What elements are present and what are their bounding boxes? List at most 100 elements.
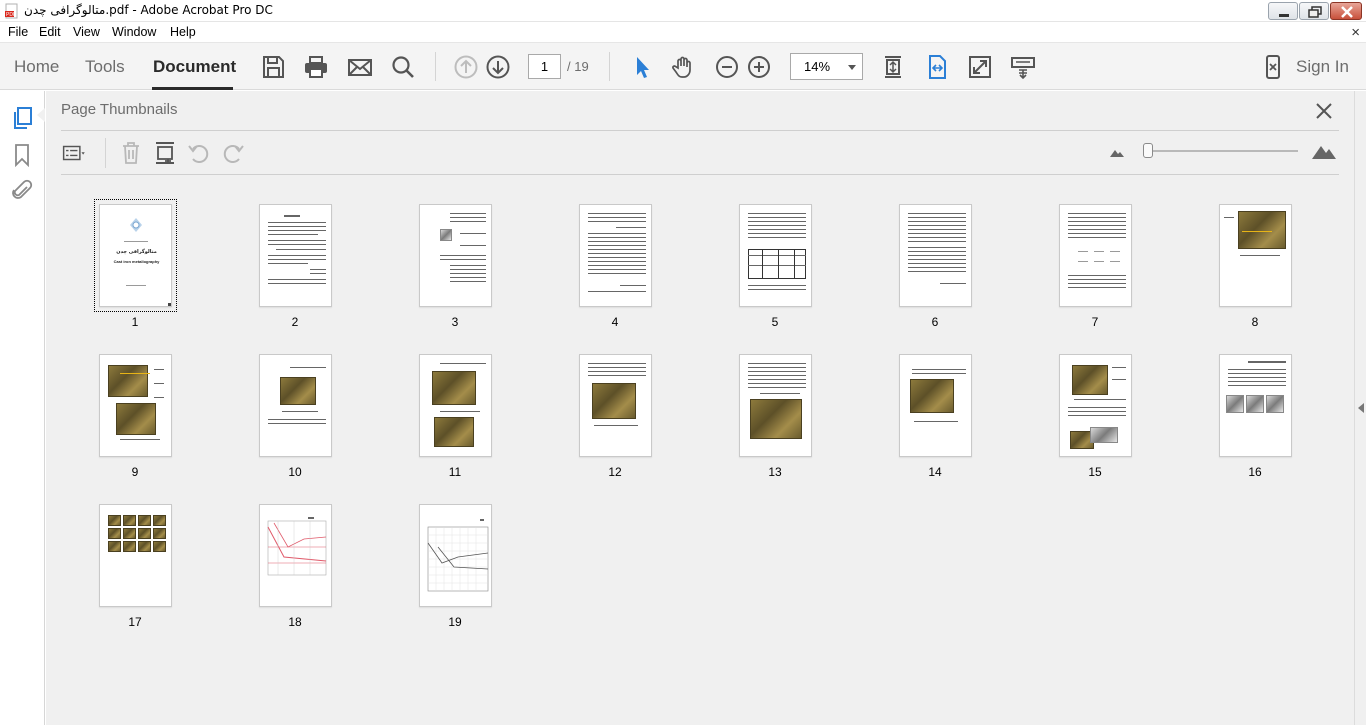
tab-home[interactable]: Home [14, 57, 59, 77]
close-document-button[interactable]: × [1351, 24, 1360, 41]
page-thumbnail[interactable] [1219, 204, 1292, 307]
bookmark-icon[interactable] [13, 143, 31, 167]
page-thumbnail[interactable] [1059, 204, 1132, 307]
zoom-in-icon[interactable] [746, 54, 772, 80]
cover-subtitle: Cast iron metallography [113, 259, 160, 264]
minimize-icon [1279, 14, 1289, 17]
page-thumbnails-icon[interactable] [12, 106, 34, 130]
page-thumbnail[interactable] [419, 354, 492, 457]
acrobat-pdf-icon: PDF [5, 3, 18, 19]
page-thumbnail[interactable]: متالوگرافی چدن Cast iron metallography [94, 199, 177, 312]
delete-icon[interactable] [118, 140, 144, 166]
close-icon [1341, 6, 1353, 18]
page-number-label: 16 [1248, 465, 1262, 479]
page-thumbnail[interactable] [1219, 354, 1292, 457]
zoom-select[interactable]: 14% [790, 53, 863, 80]
page-number-label: 10 [288, 465, 302, 479]
toolbar-separator [609, 52, 610, 81]
menu-help[interactable]: Help [170, 25, 196, 39]
page-number-label: 12 [608, 465, 622, 479]
page-thumbnail[interactable] [259, 504, 332, 607]
panel-divider [61, 130, 1339, 131]
page-thumbnail[interactable] [899, 354, 972, 457]
attachment-icon[interactable] [11, 179, 33, 203]
menu-view[interactable]: View [73, 25, 100, 39]
page-thumbnail[interactable] [419, 504, 492, 607]
active-panel-pointer [37, 108, 45, 122]
menu-file[interactable]: File [8, 25, 28, 39]
page-thumbnail[interactable] [419, 204, 492, 307]
phase-diagram-graphic [427, 526, 489, 592]
page-number-label: 18 [288, 615, 302, 629]
panel-title: Page Thumbnails [61, 101, 178, 118]
page-number-label: 2 [291, 315, 299, 329]
page-thumbnail[interactable] [259, 204, 332, 307]
rotate-cw-icon[interactable] [220, 140, 246, 166]
insert-page-icon[interactable] [152, 140, 178, 166]
menu-window[interactable]: Window [112, 25, 156, 39]
page-number-label: 17 [128, 615, 142, 629]
page-number-label: 8 [1251, 315, 1259, 329]
page-number-label: 19 [448, 615, 462, 629]
panel-divider [61, 174, 1339, 175]
chevron-down-icon [848, 65, 856, 70]
page-thumbnail[interactable] [739, 204, 812, 307]
svg-text:PDF: PDF [6, 12, 16, 18]
search-icon[interactable] [390, 54, 416, 80]
sign-in-button[interactable]: Sign In [1296, 57, 1349, 77]
email-icon[interactable] [347, 54, 373, 80]
page-number-label: 11 [448, 465, 462, 479]
page-number-label: 13 [768, 465, 782, 479]
save-icon[interactable] [260, 54, 286, 80]
fullscreen-icon[interactable] [967, 54, 993, 80]
slider-handle[interactable] [1143, 143, 1153, 158]
page-number-label: 14 [928, 465, 942, 479]
title-bar: PDF متالوگرافی چدن.pdf - Adobe Acrobat P… [0, 0, 1366, 22]
tab-tools[interactable]: Tools [85, 57, 125, 77]
large-mountain-icon[interactable] [1312, 143, 1336, 159]
page-number-input[interactable]: 1 [528, 54, 561, 79]
window-close-button[interactable] [1330, 2, 1362, 20]
read-mode-icon[interactable] [1010, 54, 1036, 80]
small-mountain-icon[interactable] [1110, 147, 1124, 157]
fit-width-icon[interactable] [924, 54, 950, 80]
page-thumbnail[interactable] [259, 354, 332, 457]
menu-edit[interactable]: Edit [39, 25, 61, 39]
zoom-out-icon[interactable] [714, 54, 740, 80]
chevron-left-icon [1358, 403, 1364, 413]
page-thumbnail[interactable] [99, 504, 172, 607]
page-thumbnail[interactable] [579, 354, 652, 457]
menu-bar: File Edit View Window Help × [0, 22, 1366, 43]
page-down-icon[interactable] [485, 54, 511, 80]
thumbnail-size-slider[interactable] [1148, 150, 1298, 152]
fit-page-icon[interactable] [880, 54, 906, 80]
page-thumbnail[interactable] [99, 354, 172, 457]
main-toolbar: Home Tools Document 1 / 19 14% Sign In [0, 43, 1366, 90]
page-number-label: 9 [131, 465, 139, 479]
phase-diagram-graphic [267, 520, 327, 576]
left-navigation-rail [0, 91, 45, 725]
close-icon[interactable] [1314, 101, 1334, 121]
toolbar-separator [435, 52, 436, 81]
page-number-label: 7 [1091, 315, 1099, 329]
right-pane-collapse[interactable] [1354, 91, 1366, 725]
page-thumbnail[interactable] [899, 204, 972, 307]
minimize-button[interactable] [1268, 2, 1298, 20]
page-thumbnail[interactable] [1059, 354, 1132, 457]
page-up-icon[interactable] [453, 54, 479, 80]
active-tab-indicator [152, 87, 233, 90]
hand-icon[interactable] [671, 54, 697, 80]
rotate-ccw-icon[interactable] [186, 140, 212, 166]
tab-document[interactable]: Document [153, 57, 236, 77]
print-icon[interactable] [303, 54, 329, 80]
select-cursor-icon[interactable] [629, 54, 655, 80]
page-thumbnail[interactable] [739, 354, 812, 457]
page-number-label: 3 [451, 315, 459, 329]
page-thumbnail[interactable] [579, 204, 652, 307]
options-menu-icon[interactable] [62, 140, 88, 166]
page-total-label: / 19 [567, 59, 589, 74]
toolbar-separator [105, 138, 106, 168]
mobile-icon[interactable] [1260, 54, 1286, 80]
restore-button[interactable] [1299, 2, 1329, 20]
page-number-label: 4 [611, 315, 619, 329]
